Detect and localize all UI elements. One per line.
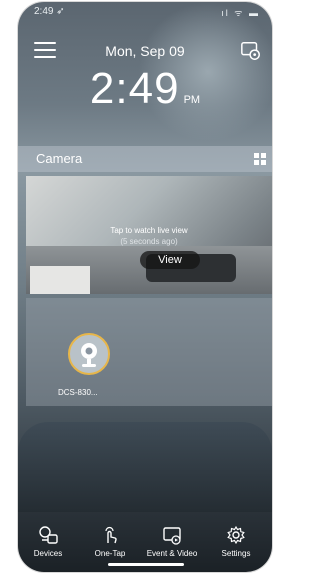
phone-screen: 2:49 ➶ ıl ᯤ ▬ Mon, Sep 09 2:49 PM Camera … xyxy=(18,2,272,572)
home-indicator[interactable] xyxy=(108,563,184,566)
tab-one-tap[interactable]: One-Tap xyxy=(80,525,140,558)
preview-box xyxy=(30,266,90,294)
clock-ampm: PM xyxy=(183,94,201,106)
status-time: 2:49 ➶ xyxy=(34,6,65,17)
tab-settings[interactable]: Settings xyxy=(206,525,266,558)
date-label: Mon, Sep 09 xyxy=(105,43,185,59)
one-tap-icon xyxy=(105,526,117,544)
settings-icon xyxy=(227,525,245,545)
camera-device-avatar[interactable] xyxy=(68,333,110,375)
grid-view-icon[interactable] xyxy=(254,153,266,165)
status-icons: ıl ᯤ ▬ xyxy=(221,8,260,18)
clock: 2:49 PM xyxy=(18,64,272,114)
camera-icon xyxy=(81,343,97,367)
event-video-icon xyxy=(163,527,181,545)
tab-settings-label: Settings xyxy=(221,549,251,558)
last-update-text: (5 seconds ago) xyxy=(120,237,178,246)
camera-section-header: Camera xyxy=(18,146,272,172)
tab-one-tap-label: One-Tap xyxy=(94,549,126,558)
camera-settings-icon[interactable] xyxy=(240,40,262,62)
status-bar: 2:49 ➶ ıl ᯤ ▬ xyxy=(18,6,272,20)
clock-time: 2:49 xyxy=(89,64,180,113)
device-name: DCS-830... xyxy=(58,388,98,397)
tap-to-watch-text: Tap to watch live view xyxy=(110,226,188,235)
tab-event-video[interactable]: Event & Video xyxy=(142,525,202,558)
background-sofa xyxy=(18,422,272,512)
section-title: Camera xyxy=(36,151,83,166)
camera-live-preview[interactable]: Tap to watch live view (5 seconds ago) V… xyxy=(26,176,272,294)
bottom-tab-bar: Devices One-Tap Event & Video Settings xyxy=(18,512,272,572)
view-button[interactable]: View xyxy=(140,251,200,269)
devices-icon xyxy=(39,526,58,544)
tab-event-video-label: Event & Video xyxy=(146,549,198,558)
tab-devices[interactable]: Devices xyxy=(18,525,78,558)
tab-devices-label: Devices xyxy=(33,549,63,558)
